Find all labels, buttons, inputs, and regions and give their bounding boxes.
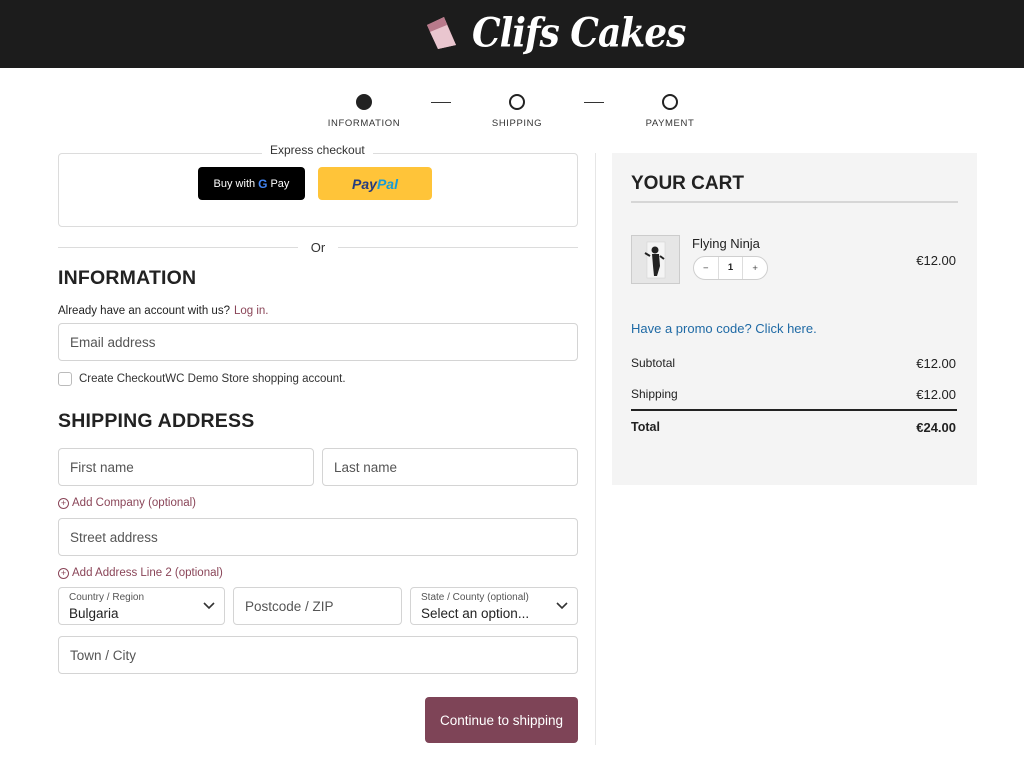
column-divider [595,153,596,745]
state-value: Select an option... [421,606,530,621]
step-label: SHIPPING [491,118,543,129]
header-bar: Clifs Cakes [0,0,1024,68]
account-prompt: Already have an account with us? Log in. [58,305,269,317]
product-thumbnail [631,235,680,284]
add-line2-text: Add Address Line 2 (optional) [72,567,223,579]
divider [58,247,298,248]
product-price: €12.00 [916,253,956,268]
street-address-input[interactable] [59,519,577,555]
last-name-input[interactable] [323,449,577,485]
shipping-label: Shipping [631,387,678,401]
account-text: Already have an account with us? [58,305,230,317]
product-name: Flying Ninja [692,236,760,251]
information-heading: INFORMATION [58,267,197,289]
add-company-link[interactable]: + Add Company (optional) [58,497,196,509]
paypal-logo-part2: Pal [376,175,398,192]
state-label: State / County (optional) [421,592,529,603]
country-value: Bulgaria [69,606,119,621]
login-link[interactable]: Log in. [234,305,269,317]
email-input[interactable] [59,324,577,360]
total-value: €24.00 [916,420,956,435]
google-g-icon: G [258,176,268,191]
add-company-text: Add Company (optional) [72,497,197,509]
plus-circle-icon: + [58,497,69,509]
step-divider [431,102,451,103]
first-name-field[interactable] [58,448,314,486]
gpay-prefix: Buy with [213,177,256,190]
or-separator: Or [300,240,336,255]
postcode-field[interactable] [233,587,402,625]
step-shipping[interactable]: SHIPPING [467,92,567,129]
shipping-address-heading: SHIPPING ADDRESS [58,410,255,432]
shipping-row: Shipping €12.00 [631,387,956,402]
quantity-increase-button[interactable]: + [743,263,767,274]
paypal-button[interactable]: Pay Pal [318,167,432,200]
quantity-decrease-button[interactable]: − [694,263,718,274]
step-label: INFORMATION [327,118,401,129]
country-select[interactable]: Country / Region Bulgaria [58,587,225,625]
town-city-input[interactable] [59,637,577,673]
email-field[interactable] [58,323,578,361]
cart-title: YOUR CART [631,173,744,194]
total-label: Total [631,420,660,434]
subtotal-value: €12.00 [916,356,956,371]
state-select[interactable]: State / County (optional) Select an opti… [410,587,578,625]
subtotal-label: Subtotal [631,356,676,370]
shipping-value: €12.00 [916,387,956,402]
google-pay-button[interactable]: Buy with G Pay [198,167,305,200]
quantity-value[interactable]: 1 [717,257,744,279]
create-account-checkbox[interactable] [58,372,72,386]
cart-panel: YOUR CART Flying Ninja − 1 + €12.00 Have… [612,153,977,485]
continue-to-shipping-button[interactable]: Continue to shipping [425,697,578,743]
step-payment[interactable]: PAYMENT [620,92,720,129]
quantity-stepper: − 1 + [693,256,768,280]
country-label: Country / Region [69,592,145,603]
express-checkout-title: Express checkout [262,143,373,157]
gpay-suffix: Pay [270,177,290,190]
paypal-logo-part1: Pay [352,175,377,192]
plus-circle-icon: + [58,567,69,579]
town-city-field[interactable] [58,636,578,674]
subtotal-row: Subtotal €12.00 [631,356,956,371]
chevron-down-icon [556,602,568,610]
promo-code-link[interactable]: Have a promo code? Click here. [631,321,817,336]
street-address-field[interactable] [58,518,578,556]
add-address-line2-link[interactable]: + Add Address Line 2 (optional) [58,567,223,579]
step-divider [584,102,604,103]
step-information[interactable]: INFORMATION [314,92,414,129]
brand-logo[interactable]: Clifs Cakes [424,8,686,58]
total-row: Total €24.00 [631,420,956,435]
divider [338,247,578,248]
checkout-steps: INFORMATION SHIPPING PAYMENT [0,92,1024,132]
divider [631,409,957,411]
step-label: PAYMENT [645,118,695,129]
last-name-field[interactable] [322,448,578,486]
step-inactive-icon [662,94,678,110]
ninja-figure-icon [632,236,679,283]
chevron-down-icon [203,602,215,610]
step-active-icon [356,94,372,110]
step-inactive-icon [509,94,525,110]
first-name-input[interactable] [59,449,313,485]
postcode-input[interactable] [234,588,401,624]
divider [631,201,958,203]
brand-name: Clifs Cakes [472,9,686,57]
create-account-label: Create CheckoutWC Demo Store shopping ac… [79,373,346,385]
cake-slice-icon [427,17,456,49]
